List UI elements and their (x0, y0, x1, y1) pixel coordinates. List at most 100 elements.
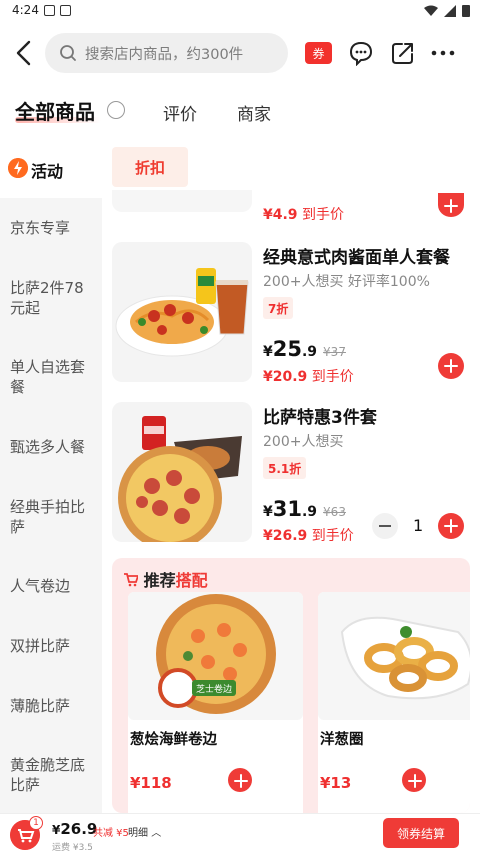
recommend-title: 推荐搭配 (124, 567, 208, 591)
add-button[interactable] (438, 513, 464, 539)
recommend-title-highlight: 搭配 (175, 571, 208, 590)
tab-reviews[interactable]: 评价 (163, 100, 197, 125)
recommend-name: 洋葱圈 (320, 732, 364, 748)
back-icon[interactable] (10, 38, 38, 68)
search-icon (60, 45, 76, 61)
filter-chip-discount[interactable]: 折扣 (112, 147, 188, 187)
product-meta: 200+人想买 好评率100% (263, 274, 430, 290)
search-placeholder: 搜索店内商品，约300件 (85, 46, 244, 63)
top-bar: 搜索店内商品，约300件 券 (0, 28, 480, 78)
product-name: 比萨特惠3件套 (263, 408, 377, 428)
product-card[interactable]: 经典意式肉酱面单人套餐 200+人想买 好评率100% 7折 ¥25.9 ¥37 … (112, 242, 470, 385)
notification-icon (44, 5, 55, 16)
product-price: ¥25.9 ¥37 (263, 337, 346, 361)
add-button[interactable] (438, 193, 464, 217)
product-price: ¥31.9 ¥63 (263, 497, 346, 521)
product-name: 经典意式肉酱面单人套餐 (263, 248, 450, 268)
quantity-value: 1 (413, 516, 424, 535)
final-price: ¥26.9 到手价 (263, 525, 354, 545)
sidebar-item[interactable]: 经典手拍比萨 (10, 497, 96, 537)
pasta-set-image (115, 268, 249, 357)
product-image[interactable] (112, 190, 252, 212)
recommend-image (318, 592, 470, 720)
sidebar-item[interactable]: 京东专享 (10, 218, 96, 238)
recommend-card[interactable]: 芝士卷边 葱烩海鲜卷边 ¥118 (128, 592, 303, 813)
final-price-label: 到手价 (311, 369, 354, 385)
recommend-section: 推荐搭配 芝士卷边 葱烩海鲜卷边 ¥118 洋葱圈 ¥13 (112, 558, 470, 813)
search-input[interactable]: 搜索店内商品，约300件 (45, 33, 288, 73)
message-icon[interactable] (348, 40, 374, 66)
flash-icon (8, 158, 28, 178)
product-meta: 200+人想买 (263, 434, 344, 450)
tab-merchant[interactable]: 商家 (237, 100, 271, 125)
recommend-image: 芝士卷边 (128, 592, 303, 720)
product-card[interactable]: 比萨特惠3件套 200+人想买 5.1折 ¥31.9 ¥63 ¥26.9 到手价 … (112, 402, 470, 545)
sidebar-item[interactable]: 单人自选套餐 (10, 357, 96, 397)
notification-icon (60, 5, 71, 16)
cart-count-badge: 1 (29, 816, 43, 830)
tab-all-products[interactable]: 全部商品 (15, 96, 95, 125)
recommend-price: ¥13 (320, 774, 352, 792)
final-price-label: 到手价 (311, 528, 354, 544)
recommend-title-text: 推荐 (143, 571, 176, 590)
price-symbol: ¥ (263, 504, 273, 520)
battery-icon (462, 5, 470, 17)
price-symbol: ¥ (263, 344, 273, 360)
price-decimal: .9 (301, 344, 318, 360)
sidebar-item-label: 活动 (31, 162, 64, 181)
decrease-button[interactable] (372, 513, 398, 539)
share-icon[interactable] (390, 40, 416, 66)
onion-rings-image (340, 616, 470, 700)
add-button[interactable] (438, 353, 464, 379)
status-bar: 4:24 (0, 0, 480, 22)
original-price: ¥63 (323, 505, 346, 519)
original-price: ¥37 (323, 345, 346, 359)
final-price-value: ¥20.9 (263, 369, 308, 385)
checkout-button[interactable]: 领券结算 (383, 818, 459, 848)
sidebar-item[interactable]: 黄金脆芝底比萨 (10, 755, 96, 795)
signal-icon (444, 4, 456, 17)
product-image (112, 242, 252, 382)
sidebar-item[interactable]: 比萨2件78元起 (10, 278, 96, 318)
wifi-icon (424, 5, 438, 16)
pizza-tag: 芝士卷边 (196, 683, 232, 695)
more-icon[interactable] (430, 40, 456, 66)
seafood-pizza-image: 芝士卷边 (156, 594, 276, 714)
bottom-bar: 1 ¥26.9 共减 ¥5 明细 ︿ 运费 ¥3.5 领券结算 (0, 813, 480, 853)
recommend-card[interactable]: 洋葱圈 ¥13 (318, 592, 470, 813)
store-tabs: 全部商品 评价 商家 (0, 90, 480, 134)
detail-link[interactable]: 明细 ︿ (128, 824, 161, 839)
final-price: ¥20.9 到手价 (263, 366, 354, 386)
final-price: ¥4.9 到手价 (263, 204, 344, 224)
sort-icon[interactable] (107, 101, 125, 119)
chevron-up-icon: ︿ (151, 828, 162, 839)
cart-icon (124, 573, 140, 587)
add-button[interactable] (402, 768, 426, 792)
sidebar-item-activity[interactable]: 活动 (0, 142, 102, 198)
status-time: 4:24 (12, 3, 39, 17)
coupon-button[interactable]: 券 (305, 42, 332, 64)
detail-label: 明细 (128, 828, 148, 839)
status-right (424, 4, 470, 17)
total-price: ¥26.9 (52, 820, 97, 838)
final-price-label: 到手价 (302, 207, 344, 223)
product-image (112, 402, 252, 542)
add-button[interactable] (228, 768, 252, 792)
sidebar-item[interactable]: 人气卷边 (10, 576, 96, 596)
total-value: 26.9 (60, 820, 98, 838)
sidebar-item[interactable]: 薄脆比萨 (10, 696, 96, 716)
price-integer: 25 (272, 337, 302, 361)
recommend-name: 葱烩海鲜卷边 (130, 732, 217, 748)
sidebar-item[interactable]: 甄选多人餐 (10, 437, 96, 457)
discount-badge: 5.1折 (263, 457, 307, 479)
discount-badge: 7折 (263, 297, 294, 319)
price-integer: 31 (272, 497, 302, 521)
final-price-value: ¥26.9 (263, 528, 308, 544)
sidebar-item[interactable]: 双拼比萨 (10, 636, 96, 656)
category-sidebar: 活动 京东专享 比萨2件78元起 单人自选套餐 甄选多人餐 经典手拍比萨 人气卷… (0, 142, 102, 813)
price-decimal: .9 (301, 504, 318, 520)
shipping-fee: 运费 ¥3.5 (52, 843, 93, 853)
discount-text: 共减 ¥5 (93, 828, 129, 839)
pizza-set-image (118, 416, 242, 542)
final-price-value: ¥4.9 (263, 207, 298, 223)
